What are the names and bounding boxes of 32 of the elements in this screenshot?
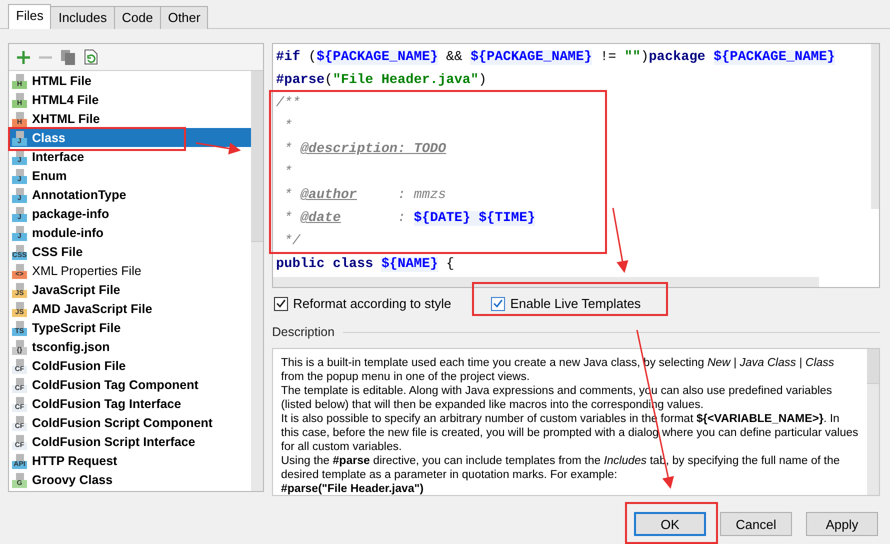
code-line: * @date : ${DATE} ${TIME} <box>283 210 536 228</box>
scrollbar[interactable] <box>251 71 263 491</box>
checkbox-label[interactable]: Reformat according to style <box>293 296 452 311</box>
code-example: #parse("File Header.java") <box>281 482 425 495</box>
code-line: #parse("File Header.java") <box>276 72 488 90</box>
code-editor[interactable]: #if (${PACKAGE_NAME} && ${PACKAGE_NAME} != "")package ${PACKAGE_NAME} #parse("File Header.java") /** * * @description: TODO * * @author : mmzs * @date : ${DATE} ${TIME} */ public class ${NAME} { <box>272 43 880 288</box>
checkbox-label[interactable]: Enable Live Templates <box>510 296 641 311</box>
copy-icon[interactable] <box>61 50 75 64</box>
add-icon[interactable] <box>17 50 30 64</box>
reset-icon[interactable] <box>84 49 98 65</box>
code-line: * @description: TODO <box>283 141 448 159</box>
annotation-arrow <box>612 208 628 273</box>
code-line: /** <box>276 95 302 113</box>
scrollbar[interactable] <box>867 349 879 495</box>
tab[interactable]: Other <box>160 6 208 29</box>
section-title: Description <box>272 325 335 339</box>
checkbox[interactable] <box>274 296 288 310</box>
tab[interactable]: Code <box>114 6 161 29</box>
code-line: public class ${NAME} { <box>276 256 456 274</box>
tab[interactable]: Files <box>8 4 52 29</box>
code-line: * <box>283 118 294 136</box>
tab[interactable]: Includes <box>50 6 115 29</box>
annotation-arrow <box>196 142 241 154</box>
dialog-button[interactable]: Apply <box>806 512 878 536</box>
checkbox[interactable] <box>491 296 506 310</box>
dialog-button[interactable]: Cancel <box>720 512 792 536</box>
code-line: */ <box>283 233 302 251</box>
code-line: * @author : mmzs <box>283 187 448 205</box>
code-line: * <box>283 164 294 182</box>
horizontal-scrollbar[interactable] <box>273 277 819 287</box>
dialog-button[interactable]: OK <box>634 512 706 536</box>
vertical-scrollbar[interactable] <box>871 44 879 209</box>
